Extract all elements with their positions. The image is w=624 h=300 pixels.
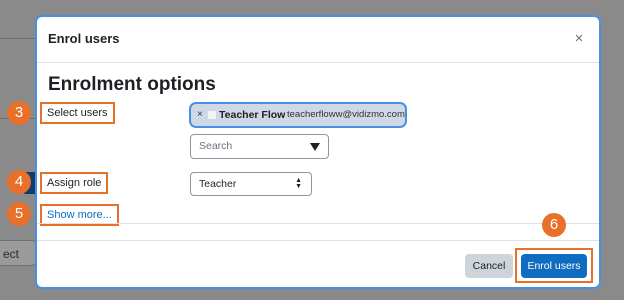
- dialog-title: Enrol users: [48, 31, 120, 46]
- enrol-users-button[interactable]: Enrol users: [521, 254, 587, 278]
- enrol-users-dialog: Enrol users × Enrolment options Select u…: [35, 15, 601, 289]
- assign-role-select[interactable]: Teacher ▲ ▼: [190, 172, 312, 196]
- role-selected-value: Teacher: [199, 178, 237, 190]
- callout-step-3: 3: [7, 101, 31, 125]
- dialog-header: Enrol users ×: [37, 17, 599, 63]
- select-users-label: Select users: [40, 102, 115, 124]
- footer-divider: [37, 240, 599, 241]
- user-avatar-icon: [208, 111, 216, 119]
- content-divider: [37, 223, 599, 224]
- enrolment-options-heading: Enrolment options: [48, 74, 216, 95]
- background-divider: [0, 38, 40, 39]
- enrol-button-highlight: Enrol users: [515, 248, 593, 283]
- callout-step-6: 6: [542, 213, 566, 237]
- assign-role-label: Assign role: [40, 172, 109, 194]
- selected-user-email: teacherfloww@vidizmo.com: [287, 109, 405, 120]
- selected-user-name: Teacher Flow: [219, 109, 286, 121]
- search-placeholder: Search: [199, 140, 233, 152]
- background-select: ect: [0, 240, 36, 266]
- remove-user-icon[interactable]: ×: [197, 104, 203, 126]
- sort-updown-icon: ▲ ▼: [295, 177, 302, 190]
- cancel-button[interactable]: Cancel: [465, 254, 513, 278]
- selected-user-chip: × Teacher Flow teacherfloww@vidizmo.com: [189, 102, 407, 128]
- user-search-select[interactable]: Search: [190, 134, 329, 159]
- chevron-down-icon: [310, 143, 320, 151]
- close-icon[interactable]: ×: [571, 29, 587, 49]
- callout-step-4: 4: [7, 170, 31, 194]
- callout-step-5: 5: [7, 202, 31, 226]
